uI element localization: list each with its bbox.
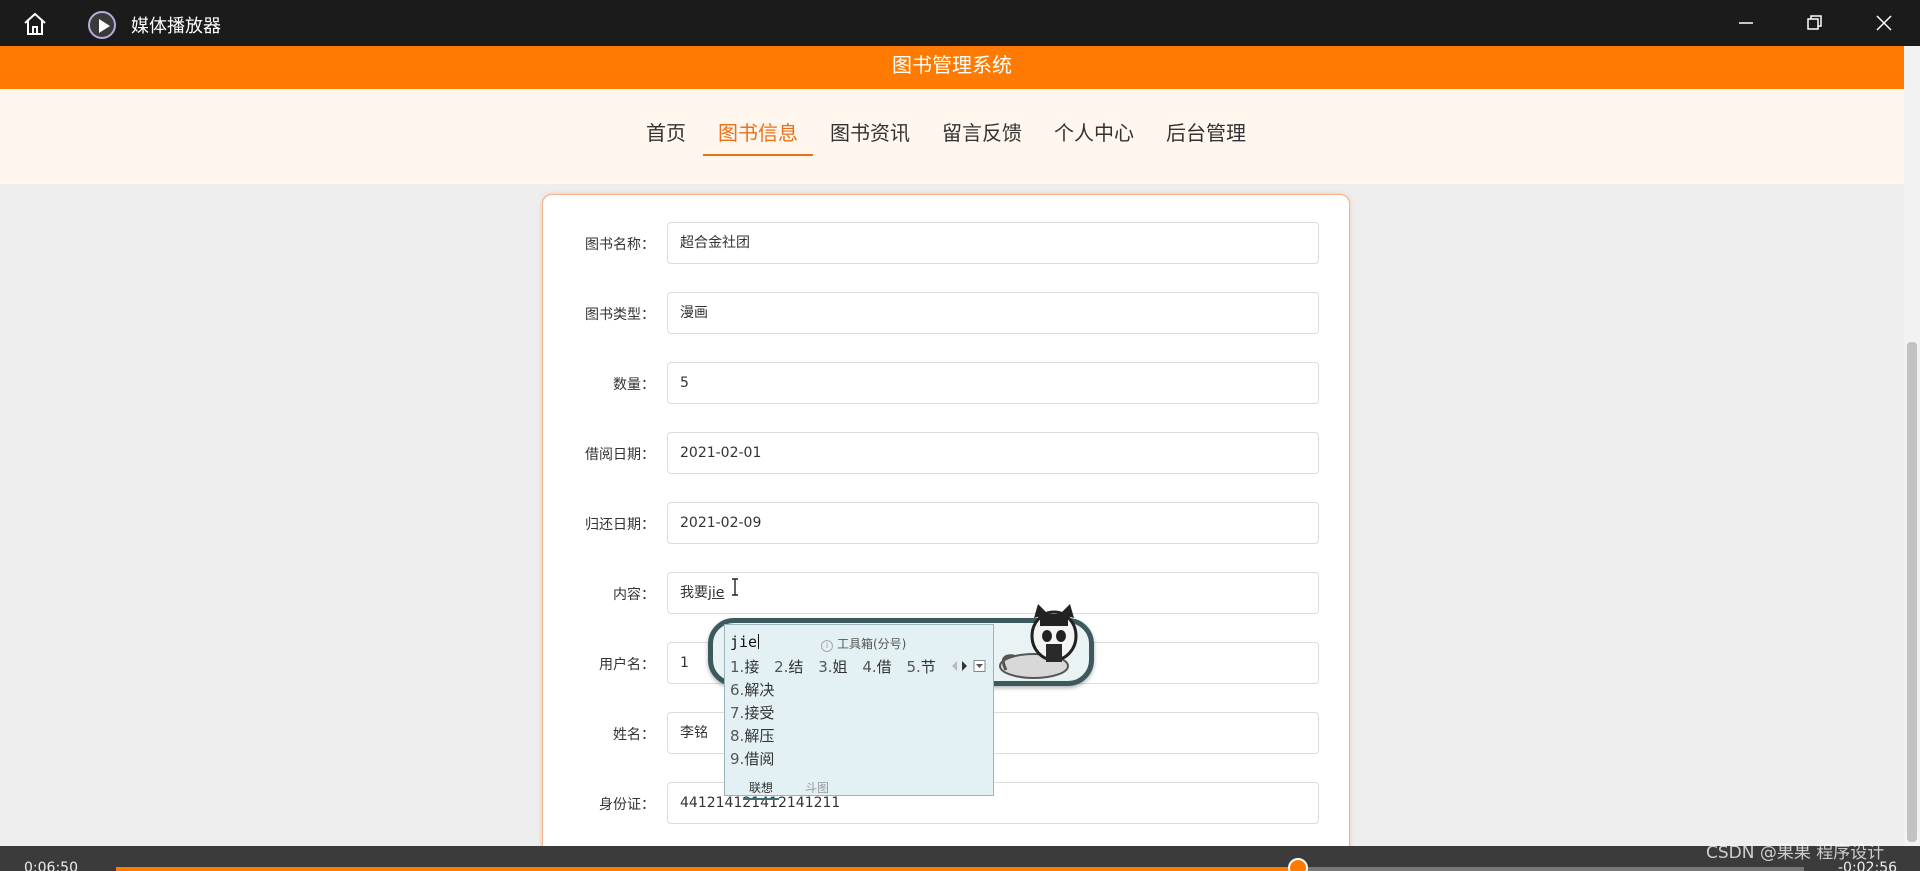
page-prev-icon	[952, 661, 957, 671]
return-date-label: 归还日期：	[585, 517, 655, 533]
book-name-label: 图书名称：	[585, 237, 655, 253]
form-row-quantity: 数量： 5	[543, 362, 1351, 404]
page-scrollbar[interactable]	[1904, 46, 1920, 846]
borrow-date-input[interactable]: 2021-02-01	[667, 432, 1319, 474]
ime-composition-text: jie	[708, 585, 725, 601]
book-type-label: 图书类型：	[585, 307, 655, 323]
seek-bar-fill	[116, 867, 1298, 871]
media-player-icon	[88, 11, 116, 39]
quantity-input[interactable]: 5	[667, 362, 1319, 404]
ime-tab-sticker[interactable]: 斗图	[805, 779, 829, 796]
ime-page-arrows[interactable]	[951, 660, 991, 672]
content-typed-text: 我要	[680, 585, 708, 601]
window-title: 媒体播放器	[131, 16, 221, 37]
nav-item-home[interactable]: 首页	[631, 117, 701, 156]
watermark-text: CSDN @果果 程序设计	[1706, 843, 1885, 863]
book-name-input[interactable]: 超合金社团	[667, 222, 1319, 264]
form-row-content: 内容： 我要jie	[543, 572, 1351, 614]
borrow-date-label: 借阅日期：	[585, 447, 655, 463]
nav-item-book-info[interactable]: 图书信息	[703, 117, 813, 156]
ime-candidate[interactable]: 8.解压	[730, 725, 774, 748]
page-next-icon	[962, 661, 967, 671]
ime-candidate[interactable]: 6.解决	[730, 679, 774, 702]
form-row-book-type: 图书类型： 漫画	[543, 292, 1351, 334]
nav-item-feedback[interactable]: 留言反馈	[927, 117, 1037, 156]
elapsed-time: 0:06:50	[24, 860, 78, 871]
form-row-borrow-date: 借阅日期： 2021-02-01	[543, 432, 1351, 474]
ime-candidate[interactable]: 2.结	[774, 658, 803, 676]
ime-pinyin-input: jie	[730, 633, 758, 651]
minimize-icon[interactable]	[1733, 10, 1759, 36]
window-titlebar: 媒体播放器	[0, 0, 1920, 46]
form-row-book-name: 图书名称： 超合金社团	[543, 222, 1351, 264]
return-date-input[interactable]: 2021-02-09	[667, 502, 1319, 544]
seek-bar[interactable]	[116, 858, 1804, 871]
book-type-input[interactable]: 漫画	[667, 292, 1319, 334]
ime-tab-association[interactable]: 联想	[743, 779, 780, 800]
main-nav: 首页 图书信息 图书资讯 留言反馈 个人中心 后台管理	[0, 89, 1904, 184]
seek-handle[interactable]	[1287, 858, 1308, 871]
home-icon[interactable]	[22, 12, 48, 36]
ime-candidate-list: 6.解决 7.接受 8.解压 9.借阅	[730, 679, 774, 771]
nav-item-book-news[interactable]: 图书资讯	[815, 117, 925, 156]
close-icon[interactable]	[1871, 10, 1897, 36]
ime-candidate[interactable]: 3.姐	[818, 658, 847, 676]
ime-mascot-icon	[999, 604, 1078, 679]
content-label: 内容：	[613, 587, 655, 603]
ime-candidate-panel: jie i 工具箱(分号) 1.接 2.结 3.姐 4.借 5.节 6.解决 7.…	[724, 624, 995, 800]
nav-item-personal-center[interactable]: 个人中心	[1039, 117, 1149, 156]
content-input[interactable]: 我要jie	[667, 572, 1319, 614]
ime-toolbox-label: 工具箱(分号)	[837, 637, 907, 651]
ime-candidate-row: 1.接 2.结 3.姐 4.借 5.节	[730, 656, 946, 677]
ime-toolbox[interactable]: i 工具箱(分号)	[821, 635, 906, 652]
name-label: 姓名：	[613, 727, 655, 743]
info-icon: i	[821, 640, 833, 652]
ime-candidate[interactable]: 4.借	[862, 658, 891, 676]
player-control-bar: 0:06:50 -0:02:56	[0, 846, 1920, 871]
form-row-return-date: 归还日期： 2021-02-09	[543, 502, 1351, 544]
ime-candidate[interactable]: 7.接受	[730, 702, 774, 725]
ime-candidate[interactable]: 1.接	[730, 658, 759, 676]
id-card-label: 身份证：	[599, 797, 655, 813]
ime-candidate[interactable]: 9.借阅	[730, 748, 774, 771]
ibeam-cursor-icon	[732, 578, 738, 596]
ime-tabs: 联想 斗图	[725, 775, 995, 800]
ime-candidate[interactable]: 5.节	[906, 658, 935, 676]
restore-icon[interactable]	[1801, 10, 1827, 36]
site-title: 图书管理系统	[0, 46, 1904, 89]
quantity-label: 数量：	[613, 377, 655, 393]
username-label: 用户名：	[599, 657, 655, 673]
scrollbar-thumb[interactable]	[1907, 342, 1917, 842]
nav-item-admin[interactable]: 后台管理	[1151, 117, 1261, 156]
